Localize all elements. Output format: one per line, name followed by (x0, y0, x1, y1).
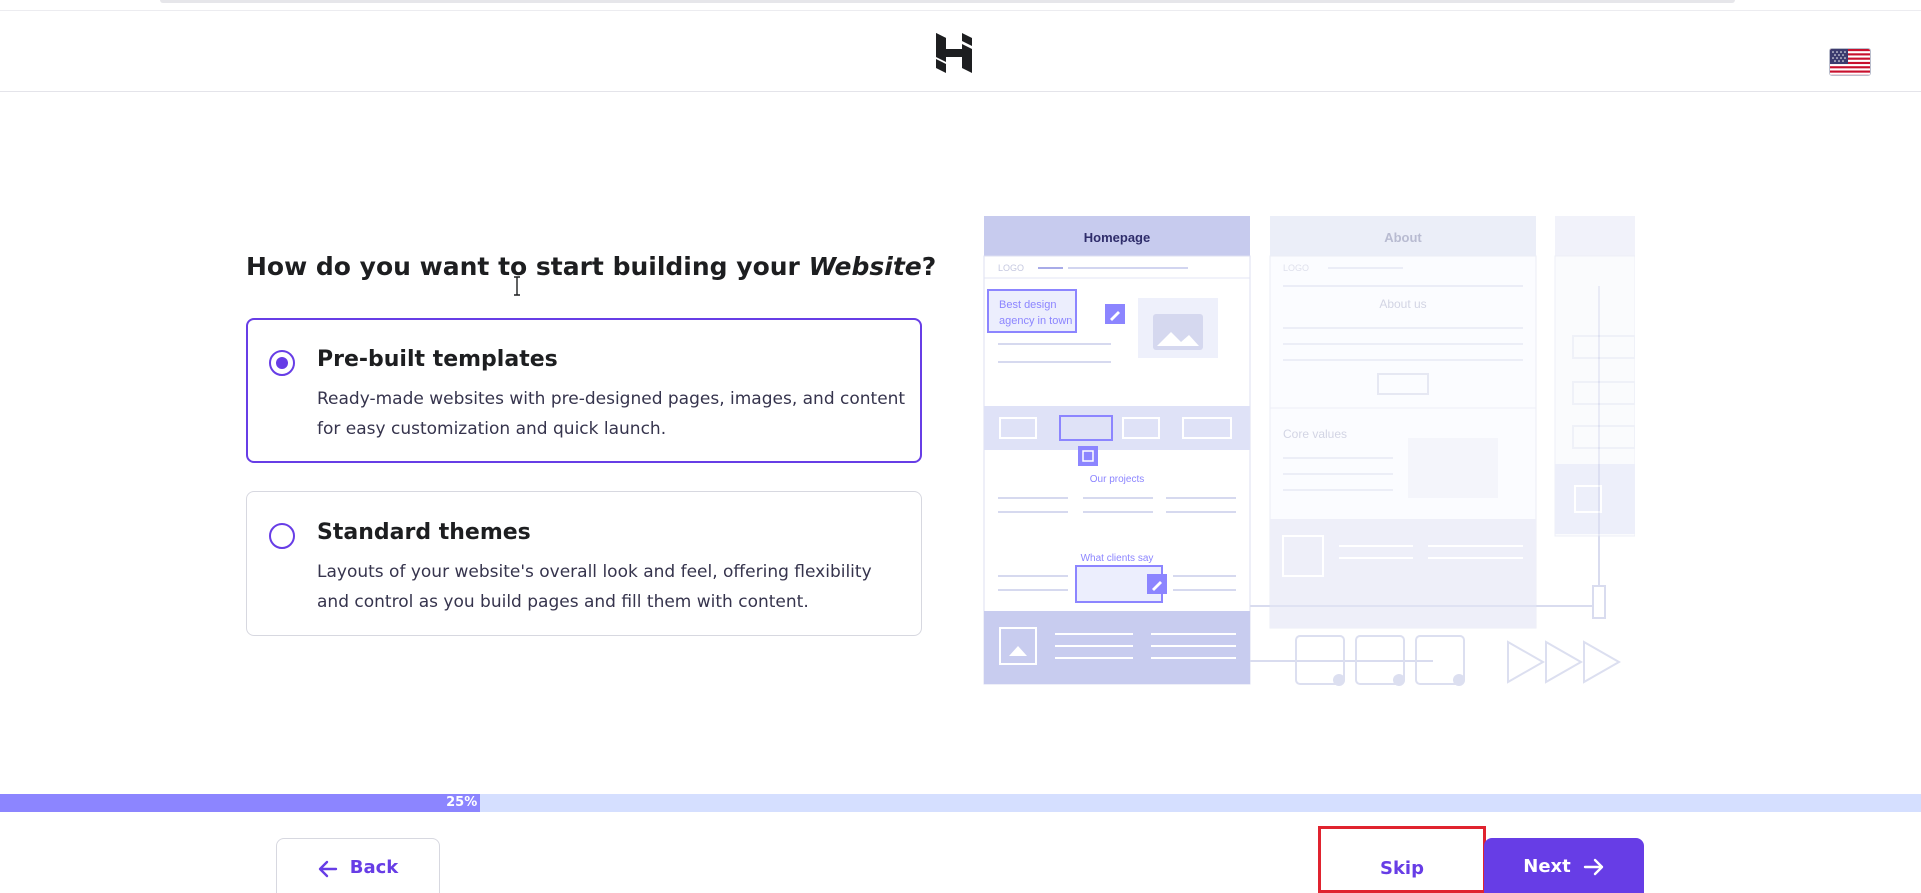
progress-label: 25% (446, 795, 478, 810)
hostinger-logo-icon[interactable] (936, 33, 972, 73)
about-logo-text: LOGO (1283, 263, 1309, 273)
back-button[interactable]: Back (276, 838, 440, 893)
next-label: Next (1523, 856, 1571, 877)
arrow-right-icon (1583, 858, 1603, 876)
hero-text-line2: agency in town (999, 315, 1072, 327)
option-description: Layouts of your website's overall look a… (317, 562, 872, 612)
about-us-label: About us (1379, 297, 1426, 311)
question-prefix: How do you want to start building your (246, 252, 809, 281)
top-strip (160, 0, 1735, 3)
arrow-left-icon (318, 860, 337, 878)
projects-label: Our projects (1090, 474, 1144, 485)
option-description: Ready-made websites with pre-designed pa… (317, 389, 906, 439)
top-header (0, 10, 1921, 92)
hero-text-line1: Best design (999, 299, 1056, 311)
next-button[interactable]: Next (1484, 838, 1644, 893)
about-page-title: About (1384, 230, 1422, 245)
skip-button[interactable]: Skip (1320, 840, 1484, 893)
progress-bar: 25% (0, 794, 1921, 812)
progress-fill: 25% (0, 794, 481, 812)
website-templates-illustration: About LOGO About us Core values Homepage… (983, 216, 1635, 686)
homepage-logo-text: LOGO (998, 263, 1024, 273)
page-question: How do you want to start building your W… (246, 252, 936, 281)
text-cursor-icon (514, 276, 520, 296)
option-title: Pre-built templates (317, 347, 558, 372)
back-label: Back (349, 857, 399, 878)
question-emphasis: Website (808, 252, 922, 281)
radio-selected-icon[interactable] (269, 350, 295, 376)
skip-label: Skip (1380, 858, 1424, 879)
radio-unselected-icon[interactable] (269, 523, 295, 549)
homepage-page-title: Homepage (1084, 230, 1150, 245)
us-flag-icon[interactable] (1829, 48, 1871, 76)
option-pre-built-templates[interactable]: Pre-built templates Ready-made websites … (246, 318, 922, 463)
clients-label: What clients say (1081, 553, 1154, 564)
option-title: Standard themes (317, 520, 531, 545)
core-values-label: Core values (1283, 427, 1347, 441)
question-suffix: ? (921, 252, 937, 281)
option-standard-themes[interactable]: Standard themes Layouts of your website'… (246, 491, 922, 636)
